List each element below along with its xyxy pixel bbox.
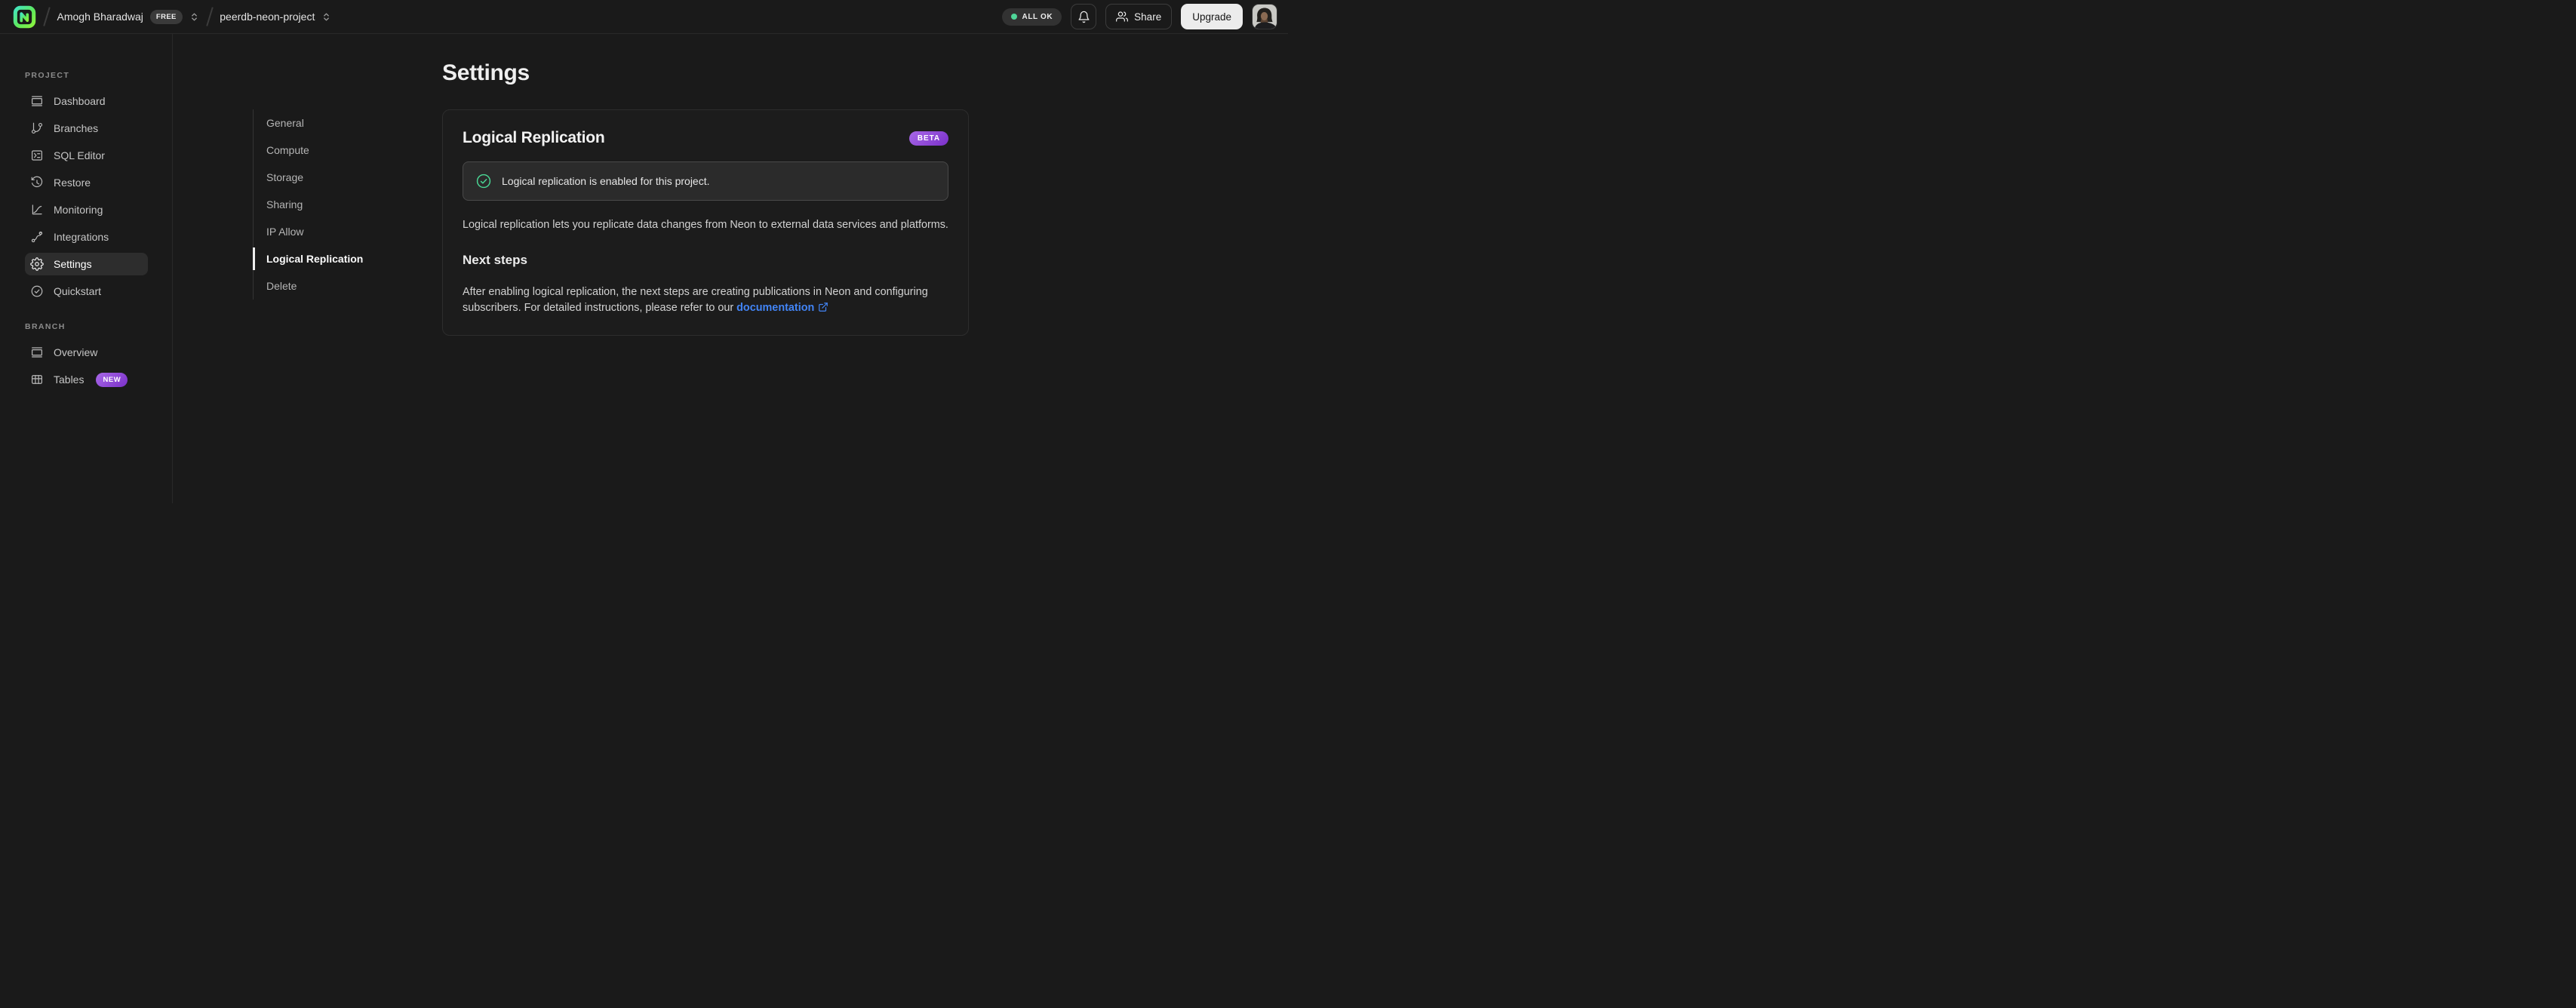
breadcrumb-separator [205, 7, 214, 26]
share-label: Share [1134, 11, 1162, 23]
settings-content: General Compute Storage Sharing IP Allow… [173, 109, 1288, 336]
avatar-photo [1253, 5, 1277, 29]
notifications-button[interactable] [1071, 4, 1097, 29]
settings-nav-sharing[interactable]: Sharing [254, 191, 389, 218]
sidebar-item-quickstart[interactable]: Quickstart [25, 280, 148, 303]
terminal-icon [32, 150, 42, 161]
card-header: Logical Replication BETA [463, 129, 948, 147]
page-title: Settings [442, 60, 530, 85]
logical-replication-card: Logical Replication BETA Logical replica… [442, 109, 969, 336]
next-steps-paragraph: After enabling logical replication, the … [463, 284, 948, 317]
sidebar-item-integrations[interactable]: Integrations [25, 226, 148, 248]
sidebar-item-overview[interactable]: Overview [25, 341, 148, 364]
breadcrumb-org-selector[interactable]: Amogh Bharadwaj FREE [57, 9, 199, 24]
topbar-actions: ALL OK Share Upgrade [1001, 4, 1277, 29]
sidebar-item-label: SQL Editor [54, 149, 105, 161]
sidebar-item-restore[interactable]: Restore [25, 171, 148, 194]
sidebar-section-project: PROJECT [25, 71, 70, 80]
external-link-icon [818, 302, 828, 312]
window-icon [32, 347, 42, 358]
settings-nav-compute[interactable]: Compute [254, 137, 389, 164]
gear-icon [30, 257, 44, 271]
breadcrumb-project-selector[interactable]: peerdb-neon-project [220, 11, 331, 23]
share-button[interactable]: Share [1105, 4, 1173, 29]
topbar: Amogh Bharadwaj FREE peerdb-neon-project… [0, 0, 1288, 34]
sidebar-item-label: Integrations [54, 231, 109, 243]
sidebar-item-tables[interactable]: Tables NEW [25, 368, 148, 391]
sidebar-item-branches[interactable]: Branches [25, 117, 148, 140]
settings-nav-general[interactable]: General [254, 109, 389, 137]
sidebar-item-label: Branches [54, 122, 99, 134]
history-clock-icon [31, 176, 43, 188]
documentation-link[interactable]: documentation [736, 302, 814, 314]
users-icon [1116, 11, 1129, 22]
sidebar-section-branch: BRANCH [25, 322, 66, 331]
card-description: Logical replication lets you replicate d… [463, 219, 948, 231]
chevron-up-down-icon [189, 11, 199, 23]
check-circle-icon [31, 285, 43, 297]
sidebar-item-sql-editor[interactable]: SQL Editor [25, 144, 148, 167]
sidebar-item-settings[interactable]: Settings [25, 253, 148, 275]
main-content: Settings General Compute Storage Sharing… [173, 34, 1288, 503]
sidebar-item-label: Quickstart [54, 285, 102, 297]
alert-text: Logical replication is enabled for this … [502, 175, 710, 187]
beta-badge: BETA [908, 131, 948, 146]
sidebar-item-monitoring[interactable]: Monitoring [25, 198, 148, 221]
project-name: peerdb-neon-project [220, 11, 315, 23]
settings-nav-ip-allow[interactable]: IP Allow [254, 218, 389, 245]
new-badge: NEW [96, 372, 128, 387]
next-steps-text: After enabling logical replication, the … [463, 285, 928, 315]
card-title: Logical Replication [463, 129, 605, 146]
neon-logo-icon [13, 5, 36, 28]
sidebar-item-label: Dashboard [54, 95, 106, 107]
next-steps-title: Next steps [463, 252, 527, 267]
status-dot-icon [1010, 14, 1017, 20]
dashboard-icon [32, 96, 42, 106]
check-circle-icon [476, 174, 491, 189]
sidebar-item-label: Overview [54, 346, 98, 358]
chart-curve-icon [32, 204, 42, 215]
chevron-up-down-icon [321, 11, 331, 23]
settings-nav-storage[interactable]: Storage [254, 164, 389, 191]
breadcrumb-separator [43, 7, 51, 26]
avatar[interactable] [1252, 4, 1277, 29]
plan-badge: FREE [149, 9, 183, 24]
status-label: ALL OK [1022, 12, 1053, 21]
upgrade-button[interactable]: Upgrade [1181, 4, 1243, 29]
settings-nav-delete[interactable]: Delete [254, 272, 389, 300]
git-branch-icon [31, 122, 43, 134]
sidebar-item-label: Restore [54, 177, 91, 189]
sidebar-item-label: Tables [54, 373, 85, 386]
settings-nav: General Compute Storage Sharing IP Allow… [253, 109, 389, 300]
table-icon [32, 375, 42, 384]
app-shell: PROJECT Dashboard Branches SQL Editor Re… [0, 34, 1288, 503]
neon-logo[interactable] [13, 5, 36, 29]
sidebar: PROJECT Dashboard Branches SQL Editor Re… [0, 34, 173, 503]
bell-icon [1078, 11, 1090, 23]
settings-nav-logical-replication[interactable]: Logical Replication [253, 245, 389, 272]
sidebar-item-dashboard[interactable]: Dashboard [25, 90, 148, 112]
org-name: Amogh Bharadwaj [57, 11, 143, 23]
status-badge[interactable]: ALL OK [1001, 8, 1062, 26]
enabled-alert: Logical replication is enabled for this … [463, 161, 948, 201]
sidebar-item-label: Settings [54, 258, 92, 270]
sidebar-item-label: Monitoring [54, 204, 103, 216]
route-icon [31, 231, 43, 243]
